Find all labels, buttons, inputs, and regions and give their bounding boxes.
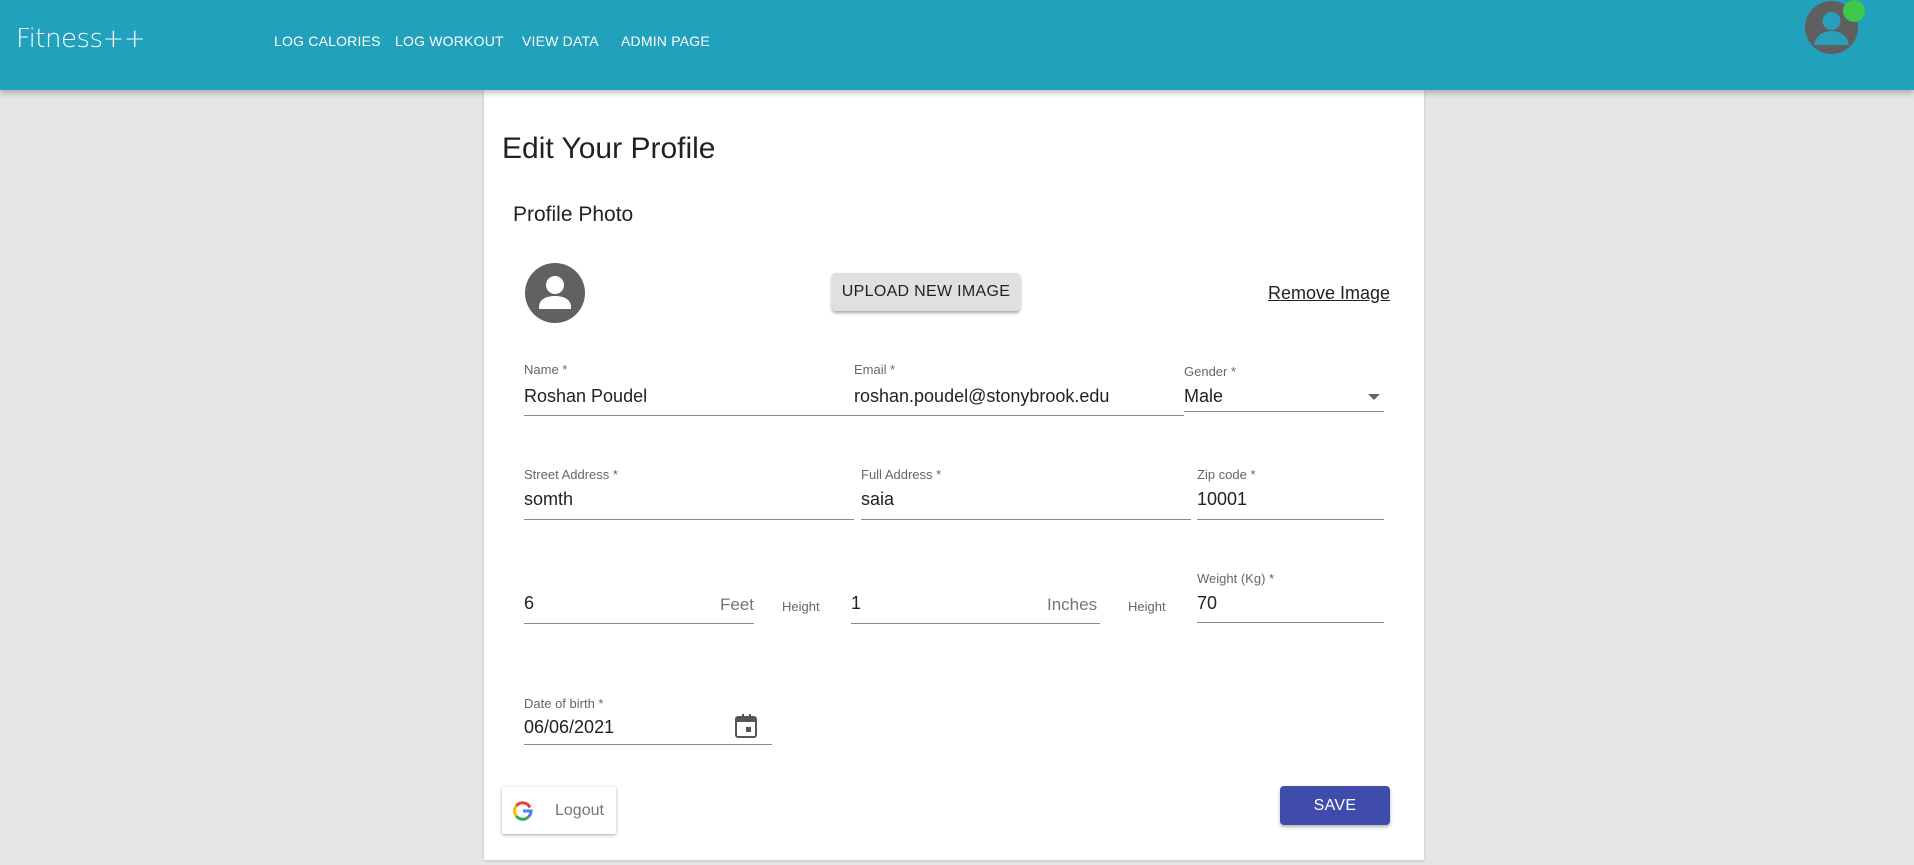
- email-label: Email *: [854, 362, 896, 377]
- brand-logo[interactable]: Fitness++: [16, 24, 146, 54]
- gender-value: Male: [1184, 386, 1224, 406]
- full-address-field[interactable]: Full Address *: [861, 467, 1191, 520]
- upload-new-image-button[interactable]: UPLOAD NEW IMAGE: [832, 273, 1020, 311]
- edit-profile-card: Edit Your Profile Profile Photo UPLOAD N…: [484, 90, 1424, 860]
- zip-code-input[interactable]: [1197, 489, 1377, 510]
- weight-label: Weight (Kg) *: [1197, 571, 1275, 586]
- date-of-birth-label: Date of birth *: [524, 696, 604, 711]
- height-inches-field[interactable]: Inches: [851, 589, 1100, 624]
- height-feet-field[interactable]: Feet: [524, 589, 754, 624]
- nav-log-workout[interactable]: LOG WORKOUT: [395, 33, 504, 49]
- calendar-icon[interactable]: [735, 714, 757, 738]
- height-label-feet: Height: [782, 599, 820, 614]
- date-of-birth-field[interactable]: Date of birth *: [524, 696, 772, 745]
- name-field[interactable]: Name *: [524, 362, 854, 416]
- gender-label: Gender *: [1184, 364, 1237, 379]
- online-status-indicator: [1843, 0, 1865, 22]
- save-button[interactable]: SAVE: [1280, 786, 1390, 825]
- date-of-birth-input[interactable]: [524, 717, 714, 738]
- street-address-label: Street Address *: [524, 467, 618, 482]
- profile-photo: [525, 263, 585, 323]
- height-feet-input[interactable]: [524, 593, 674, 614]
- full-address-input[interactable]: [861, 489, 1181, 510]
- street-address-input[interactable]: [524, 489, 844, 510]
- page-title: Edit Your Profile: [502, 132, 716, 165]
- remove-image-link[interactable]: Remove Image: [1268, 283, 1390, 304]
- email-field[interactable]: Email *: [854, 362, 1184, 416]
- weight-input[interactable]: [1197, 593, 1377, 614]
- person-icon: [539, 276, 571, 309]
- street-address-field[interactable]: Street Address *: [524, 467, 854, 520]
- zip-code-field[interactable]: Zip code *: [1197, 467, 1384, 520]
- nav-log-calories[interactable]: LOG CALORIES: [274, 33, 381, 49]
- gender-select[interactable]: Gender * Male: [1184, 364, 1384, 412]
- height-inches-input[interactable]: [851, 593, 1001, 614]
- zip-code-label: Zip code *: [1197, 467, 1256, 482]
- app-bar: Fitness++ LOG CALORIES LOG WORKOUT VIEW …: [0, 0, 1914, 90]
- email-input[interactable]: [854, 386, 1179, 407]
- nav-view-data[interactable]: VIEW DATA: [522, 33, 599, 49]
- logout-label: Logout: [555, 802, 604, 819]
- full-address-label: Full Address *: [861, 467, 942, 482]
- height-label-inches: Height: [1128, 599, 1166, 614]
- profile-photo-heading: Profile Photo: [513, 203, 634, 226]
- google-logout-button[interactable]: Logout: [502, 787, 616, 834]
- feet-unit-label: Feet: [720, 595, 755, 614]
- weight-field[interactable]: Weight (Kg) *: [1197, 571, 1384, 623]
- name-input[interactable]: [524, 386, 844, 407]
- nav-admin-page[interactable]: ADMIN PAGE: [621, 33, 710, 49]
- google-icon: [513, 801, 533, 821]
- inches-unit-label: Inches: [1047, 595, 1098, 614]
- name-label: Name *: [524, 362, 568, 377]
- chevron-down-icon[interactable]: [1368, 394, 1380, 400]
